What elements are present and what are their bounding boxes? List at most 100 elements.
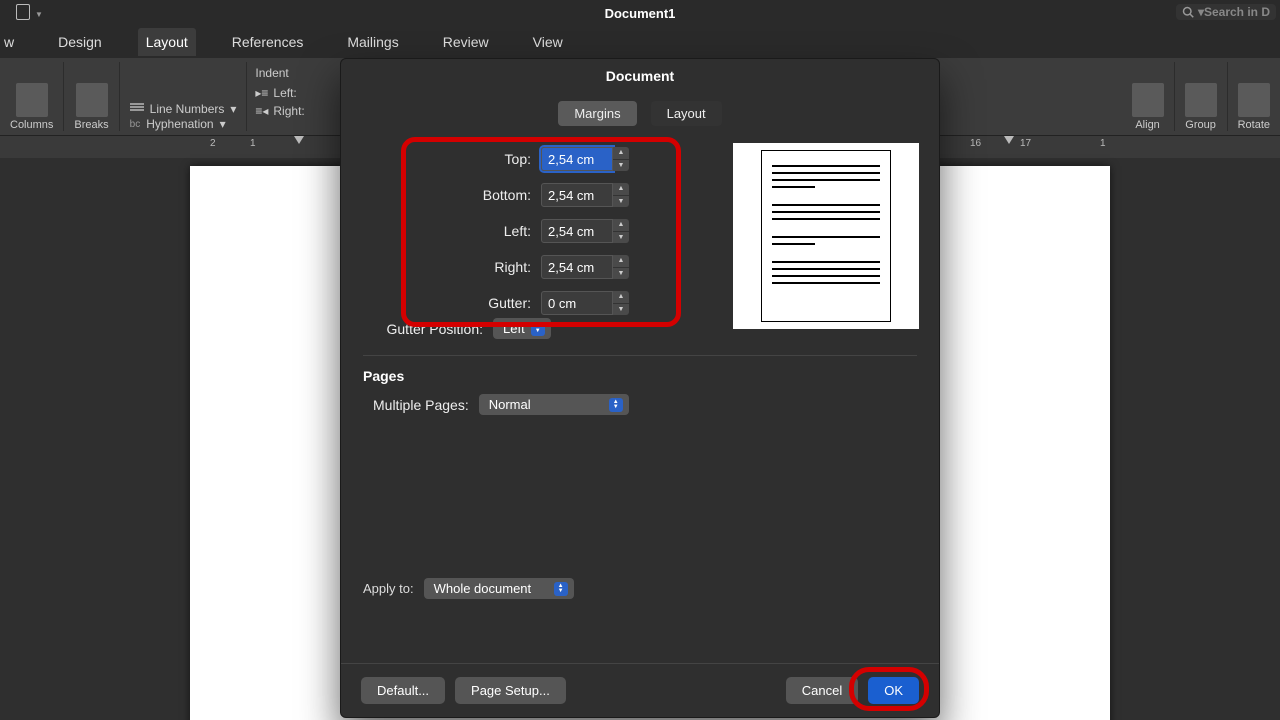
margin-left-input[interactable] [541,219,613,243]
tab-references[interactable]: References [224,28,312,56]
hyphenation-icon: bc [130,119,141,130]
margin-top-label: Top: [411,151,541,167]
margin-preview [733,143,919,329]
chevron-down-icon[interactable]: ▼ [613,268,629,280]
select-arrows-icon: ▲▼ [554,582,568,596]
multiple-pages-select[interactable]: Normal ▲▼ [479,394,629,415]
dialog-title: Document [341,59,939,93]
tab-design[interactable]: Design [50,28,110,56]
ribbon-breaks-group: Breaks [64,62,119,131]
margin-gutter-label: Gutter: [411,295,541,311]
search-icon [1182,6,1194,18]
margin-bottom-stepper[interactable]: ▲▼ [613,183,629,207]
margin-right-stepper[interactable]: ▲▼ [613,255,629,279]
ruler-mark: 17 [1020,138,1031,149]
document-title: Document1 [605,6,676,21]
ribbon-tabs: w Design Layout References Mailings Revi… [0,26,1280,58]
align-label: Align [1135,119,1159,131]
chevron-down-icon[interactable]: ▼ [613,196,629,208]
line-numbers-button[interactable]: Line Numbers ▾ [130,102,237,116]
tab-mailings[interactable]: Mailings [339,28,406,56]
preview-page [761,150,891,322]
chevron-down-icon[interactable]: ▼ [613,232,629,244]
margin-gutter-stepper[interactable]: ▲▼ [613,291,629,315]
indent-header: Indent [255,66,304,80]
hyphenation-button[interactable]: bc Hyphenation ▾ [130,117,237,131]
tab-review[interactable]: Review [435,28,497,56]
dialog-tabs: Margins Layout [363,101,917,126]
line-numbers-icon [130,103,144,115]
indent-right-row[interactable]: ≡◂ Right: [255,104,304,118]
group-label: Group [1185,119,1216,131]
chevron-down-icon[interactable]: ▼ [613,304,629,316]
indent-left-icon: ▸≡ [255,86,267,100]
rotate-icon[interactable] [1238,83,1270,117]
tab-layout[interactable]: Layout [138,28,196,56]
tab-view[interactable]: View [525,28,571,56]
margin-gutter-input[interactable] [541,291,613,315]
margins-fields: Top: ▲▼ Bottom: ▲▼ Left: ▲▼ Right: ▲▼ Gu… [411,145,629,325]
multiple-pages-value: Normal [489,397,531,412]
select-arrows-icon: ▲▼ [609,398,623,412]
margin-top-input[interactable] [541,147,613,171]
align-icon[interactable] [1132,83,1164,117]
pages-header: Pages [363,368,917,384]
titlebar-dropdown-icon[interactable]: ▼ [35,10,43,19]
apply-to-select[interactable]: Whole document ▲▼ [424,578,574,599]
margin-right-input[interactable] [541,255,613,279]
cancel-button[interactable]: Cancel [786,677,858,704]
rotate-label: Rotate [1238,119,1270,131]
indent-right-icon: ≡◂ [255,104,267,118]
margin-left-label: Left: [411,223,541,239]
columns-label: Columns [10,119,53,131]
margin-top-stepper[interactable]: ▲▼ [613,147,629,171]
default-button[interactable]: Default... [361,677,445,704]
ruler-mark: 1 [1100,138,1106,149]
line-numbers-label: Line Numbers [150,102,225,116]
group-icon[interactable] [1185,83,1217,117]
margin-left-stepper[interactable]: ▲▼ [613,219,629,243]
ruler-mark: 1 [250,138,256,149]
ruler-mark: 16 [970,138,981,149]
margin-bottom-label: Bottom: [411,187,541,203]
chevron-up-icon[interactable]: ▲ [613,183,629,196]
chevron-up-icon[interactable]: ▲ [613,291,629,304]
separator [363,355,917,356]
ribbon-line-hyphen-group: Line Numbers ▾ bc Hyphenation ▾ [120,62,247,131]
chevron-up-icon[interactable]: ▲ [613,147,629,160]
tab-partial[interactable]: w [0,28,22,56]
ribbon-indent-group: Indent ▸≡ Left: ≡◂ Right: [246,62,312,131]
multiple-pages-label: Multiple Pages: [373,397,469,413]
margin-bottom-input[interactable] [541,183,613,207]
ribbon-align-group: Align [1122,62,1175,131]
chevron-up-icon[interactable]: ▲ [613,219,629,232]
indent-right-label: Right: [273,104,304,118]
indent-left-row[interactable]: ▸≡ Left: [255,86,304,100]
chevron-up-icon[interactable]: ▲ [613,255,629,268]
dialog-footer: Default... Page Setup... Cancel OK [341,663,939,717]
breaks-icon[interactable] [76,83,108,117]
breaks-label: Breaks [74,119,108,131]
page-setup-button[interactable]: Page Setup... [455,677,566,704]
ribbon-group-group: Group [1175,62,1228,131]
apply-to-value: Whole document [434,581,532,596]
document-icon [16,4,30,20]
tab-margins[interactable]: Margins [558,101,636,126]
tab-dialog-layout[interactable]: Layout [651,101,722,126]
document-dialog: Document Margins Layout Top: ▲▼ Bottom: … [340,58,940,718]
indent-left-label: Left: [273,86,296,100]
ribbon-columns-group: Columns [0,62,64,131]
chevron-down-icon[interactable]: ▼ [613,160,629,172]
ruler-mark: 2 [210,138,216,149]
margin-right-label: Right: [411,259,541,275]
search-placeholder: Search in D [1204,5,1270,19]
hyphenation-label: Hyphenation [146,117,213,131]
search-box[interactable]: ▾ Search in D [1176,4,1276,20]
apply-to-label: Apply to: [363,581,414,596]
titlebar: ▼ Document1 ▾ Search in D [0,0,1280,26]
ruler-caret-icon[interactable] [1004,136,1014,144]
ribbon-rotate-group: Rotate [1228,62,1280,131]
columns-icon[interactable] [16,83,48,117]
ruler-caret-icon[interactable] [294,136,304,144]
ok-button[interactable]: OK [868,677,919,704]
